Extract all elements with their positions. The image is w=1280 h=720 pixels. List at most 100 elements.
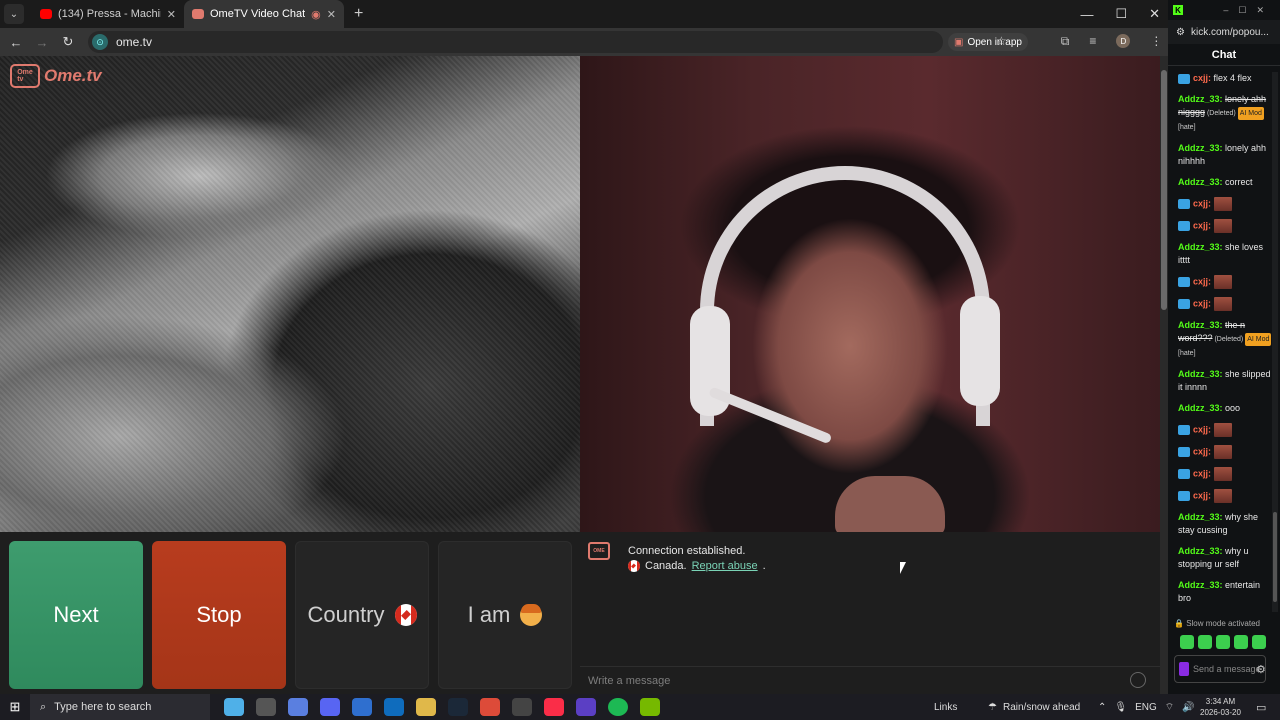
chat-username[interactable]: Addzz_33: bbox=[1178, 94, 1223, 104]
chat-username[interactable]: Addzz_33: bbox=[1178, 403, 1223, 413]
emoji-icon[interactable] bbox=[1130, 672, 1146, 688]
chat-username[interactable]: Addzz_33: bbox=[1178, 512, 1223, 522]
media-control-icon[interactable]: ≡ bbox=[1089, 34, 1096, 49]
obs-icon[interactable] bbox=[512, 698, 532, 716]
taskbar-links[interactable]: Links bbox=[934, 702, 957, 713]
tray-chevron-icon[interactable]: ⌃ bbox=[1098, 702, 1106, 713]
site-info-icon[interactable]: ⊙ bbox=[92, 34, 108, 50]
close-tab-icon[interactable]: ✕ bbox=[327, 8, 336, 21]
nvidia-icon[interactable] bbox=[640, 698, 660, 716]
back-icon[interactable]: ← bbox=[6, 35, 26, 50]
emote-icon[interactable] bbox=[1252, 635, 1266, 649]
weather-widget[interactable]: ☂ Rain/snow ahead bbox=[988, 702, 1080, 713]
chat-username[interactable]: cxjj: bbox=[1193, 298, 1211, 308]
chat-username[interactable]: Addzz_33: bbox=[1178, 143, 1223, 153]
screen: ⌄ (134) Pressa - Machine Gun (Of ✕ OmeTV… bbox=[0, 0, 1280, 720]
tab-youtube[interactable]: (134) Pressa - Machine Gun (Of ✕ bbox=[32, 0, 184, 28]
tab-ometv[interactable]: OmeTV Video Chat — Ome ◉ ✕ bbox=[184, 0, 344, 28]
send-placeholder: Send a message bbox=[1193, 664, 1261, 674]
copilot-icon[interactable] bbox=[288, 698, 308, 716]
spotify-icon[interactable] bbox=[608, 698, 628, 716]
taskbar-search[interactable]: ⌕ Type here to search bbox=[30, 694, 210, 720]
notification-icon[interactable]: ▭ bbox=[1256, 701, 1266, 714]
profile-avatar[interactable]: D bbox=[1116, 34, 1131, 48]
menu-icon[interactable]: ⋮ bbox=[1150, 34, 1162, 49]
language-indicator[interactable]: ENG bbox=[1135, 702, 1157, 713]
chat-username[interactable]: Addzz_33: bbox=[1178, 242, 1223, 252]
tab-search-icon[interactable]: ⌄ bbox=[4, 4, 24, 24]
maximize-icon[interactable]: ☐ bbox=[1115, 6, 1127, 22]
kick-chat-message: Addzz_33: the n word??? (Deleted) AI Mod… bbox=[1178, 319, 1272, 360]
chat-username[interactable]: cxjj: bbox=[1193, 220, 1211, 230]
ometv-chat-icon: OME bbox=[588, 542, 610, 560]
chat-username[interactable]: cxjj: bbox=[1193, 276, 1211, 286]
minimize-icon[interactable]: — bbox=[1080, 7, 1093, 22]
chat-username[interactable]: cxjj: bbox=[1193, 446, 1211, 456]
windows-start-icon[interactable]: ⊞ bbox=[0, 699, 30, 715]
chat-username[interactable]: cxjj: bbox=[1193, 73, 1211, 83]
new-tab-button[interactable]: + bbox=[354, 5, 363, 23]
i-am-button[interactable]: I am bbox=[438, 541, 572, 689]
kick-chat-message: Addzz_33: she loves itttt bbox=[1178, 241, 1272, 267]
kick-url-bar[interactable]: ⚙ kick.com/popou... bbox=[1168, 20, 1280, 44]
kick-scrollbar-thumb[interactable] bbox=[1273, 512, 1277, 602]
discord-icon[interactable] bbox=[320, 698, 340, 716]
chat-username[interactable]: cxjj: bbox=[1193, 468, 1211, 478]
chrome-icon[interactable] bbox=[480, 698, 500, 716]
report-abuse-link[interactable]: Report abuse bbox=[692, 560, 758, 572]
message-input[interactable]: Write a message bbox=[580, 666, 1160, 694]
next-button[interactable]: Next bbox=[9, 541, 143, 689]
chat-username[interactable]: Addzz_33: bbox=[1178, 546, 1223, 556]
task-view-icon[interactable] bbox=[256, 698, 276, 716]
user-badge-icon bbox=[1178, 73, 1190, 84]
mic-icon[interactable]: 🎙 bbox=[1114, 702, 1127, 713]
chat-username[interactable]: Addzz_33: bbox=[1178, 580, 1223, 590]
emote-icon[interactable] bbox=[1216, 635, 1230, 649]
kick-send-input[interactable]: Send a message bbox=[1174, 655, 1266, 683]
store-icon[interactable] bbox=[352, 698, 372, 716]
app-circle-icon[interactable] bbox=[576, 698, 596, 716]
taskbar-clock[interactable]: 3:34 AM 2026-03-20 bbox=[1200, 694, 1241, 718]
kick-url-text: kick.com/popou... bbox=[1190, 26, 1269, 38]
kick-window-controls-icon[interactable]: –☐✕ bbox=[1223, 5, 1274, 16]
close-tab-icon[interactable]: ✕ bbox=[167, 8, 176, 21]
address-bar[interactable]: ⊙ ome.tv bbox=[88, 31, 943, 53]
emote-icon[interactable] bbox=[1180, 635, 1194, 649]
chat-username[interactable]: cxjj: bbox=[1193, 490, 1211, 500]
emote-image bbox=[1213, 197, 1232, 211]
volume-icon[interactable]: 🔊 bbox=[1182, 702, 1194, 713]
chat-username[interactable]: cxjj: bbox=[1193, 198, 1211, 208]
wifi-icon[interactable]: ⌔ bbox=[1165, 701, 1174, 714]
emote-picker-icon[interactable] bbox=[1179, 662, 1189, 676]
page-scrollbar[interactable] bbox=[1160, 56, 1168, 694]
widget-icon[interactable] bbox=[224, 698, 244, 716]
file-explorer-icon[interactable] bbox=[416, 698, 436, 716]
emote-icon[interactable] bbox=[1198, 635, 1212, 649]
chat-username[interactable]: Addzz_33: bbox=[1178, 320, 1223, 330]
chat-username[interactable]: cxjj: bbox=[1193, 424, 1211, 434]
windows-taskbar: ⊞ ⌕ Type here to search Links ☂ Rain/sno… bbox=[0, 694, 1280, 720]
slow-mode-notice: 🔒 Slow mode activated bbox=[1174, 619, 1261, 628]
site-settings-icon[interactable]: ⚙ bbox=[1176, 27, 1185, 38]
emote-icon[interactable] bbox=[1234, 635, 1248, 649]
music-icon[interactable] bbox=[544, 698, 564, 716]
steam-icon[interactable] bbox=[448, 698, 468, 716]
kick-scrollbar[interactable] bbox=[1272, 72, 1278, 612]
chat-username[interactable]: Addzz_33: bbox=[1178, 177, 1223, 187]
ometv-logo[interactable]: Ome tv Ome.tv bbox=[10, 64, 102, 88]
open-in-app-button[interactable]: ▣ Open in app bbox=[948, 33, 1028, 51]
close-window-icon[interactable]: ✕ bbox=[1149, 6, 1160, 22]
chat-settings-icon[interactable]: ⚙ bbox=[1256, 663, 1266, 676]
reload-icon[interactable]: ↻ bbox=[58, 34, 78, 50]
scrollbar-thumb[interactable] bbox=[1161, 70, 1167, 310]
kick-chat-window: K –☐✕ ⚙ kick.com/popou... Chat cxjj: fle… bbox=[1168, 0, 1280, 694]
forward-icon[interactable]: → bbox=[32, 35, 52, 50]
chat-username[interactable]: Addzz_33: bbox=[1178, 369, 1223, 379]
video-area: Ome tv Ome.tv bbox=[0, 56, 1160, 532]
extensions-icon[interactable]: ⧉ bbox=[1061, 34, 1070, 49]
country-button[interactable]: Country bbox=[295, 541, 429, 689]
outlook-icon[interactable] bbox=[384, 698, 404, 716]
stop-button[interactable]: Stop bbox=[152, 541, 286, 689]
kick-chat-title: Chat bbox=[1168, 44, 1280, 66]
bookmark-star-icon[interactable]: ☆ bbox=[996, 34, 1007, 49]
